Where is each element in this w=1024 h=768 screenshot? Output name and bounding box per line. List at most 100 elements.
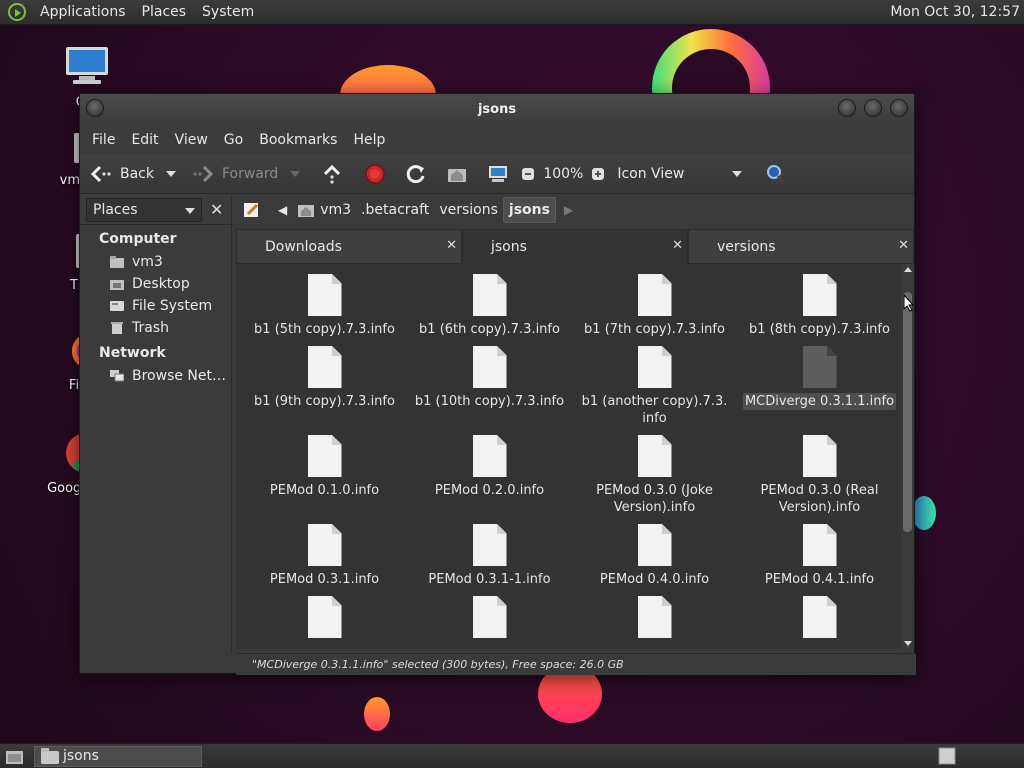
- close-tab-icon[interactable]: ✕: [446, 238, 457, 253]
- file-item[interactable]: [737, 596, 902, 649]
- file-item[interactable]: MCDiverge 0.3.1.1.info: [737, 346, 902, 427]
- file-item[interactable]: b1 (10th copy).7.3.info: [407, 346, 572, 427]
- breadcrumb-versions[interactable]: versions: [434, 198, 503, 222]
- back-arrow-icon: [90, 165, 111, 182]
- sidebar-item-vm3[interactable]: vm3: [80, 251, 231, 273]
- search-button[interactable]: [764, 163, 786, 185]
- zoom-level[interactable]: 100%: [543, 166, 583, 182]
- sidebar-item-desktop[interactable]: Desktop: [80, 273, 231, 295]
- system-menu[interactable]: System: [194, 4, 262, 20]
- file-item[interactable]: PEMod 0.3.0 (Real Version).info: [737, 435, 902, 516]
- close-tab-icon[interactable]: ✕: [898, 238, 909, 253]
- file-item[interactable]: PEMod 0.4.0.info: [572, 524, 737, 588]
- file-name: [572, 643, 737, 649]
- back-button[interactable]: Back: [90, 165, 154, 183]
- file-item[interactable]: PEMod 0.1.0.info: [242, 435, 407, 516]
- file-item[interactable]: [242, 596, 407, 649]
- view-mode-select[interactable]: Icon View: [617, 166, 684, 182]
- search-icon: [767, 164, 785, 183]
- view-mode-dropdown[interactable]: [732, 170, 743, 177]
- scroll-down-icon[interactable]: [904, 641, 912, 646]
- file-name: PEMod 0.2.0.info: [434, 483, 545, 498]
- file-item[interactable]: PEMod 0.4.1.info: [737, 524, 902, 588]
- breadcrumb: ◀ vm3 .betacraft versions jsons ▶: [236, 195, 916, 225]
- sidebar-item-file-system[interactable]: File System: [80, 295, 231, 317]
- breadcrumb-right-arrow-icon[interactable]: ▶: [564, 203, 573, 217]
- file-item[interactable]: b1 (7th copy).7.3.info: [572, 274, 737, 338]
- breadcrumb-betacraft[interactable]: .betacraft: [356, 198, 434, 222]
- file-item[interactable]: b1 (6th copy).7.3.info: [407, 274, 572, 338]
- toolbar: Back Forward 100% Icon View: [80, 154, 914, 194]
- zoom-out-icon: [522, 167, 535, 180]
- breadcrumb-jsons[interactable]: jsons: [502, 197, 556, 223]
- stop-button[interactable]: [364, 163, 386, 185]
- workspace-switcher-icon[interactable]: [938, 747, 956, 765]
- home-button[interactable]: [446, 164, 468, 184]
- menu-go[interactable]: Go: [216, 132, 251, 148]
- minimize-button[interactable]: [838, 99, 856, 117]
- scrollbar-thumb[interactable]: [903, 292, 912, 532]
- sidebar-item-trash[interactable]: Trash: [80, 317, 231, 339]
- document-icon: [802, 274, 837, 316]
- sidebar-type-select[interactable]: Places: [86, 197, 202, 222]
- tab-downloads[interactable]: Downloads ✕: [236, 229, 462, 264]
- file-item[interactable]: b1 (another copy).7.3. info: [572, 346, 737, 427]
- forward-button[interactable]: Forward: [192, 165, 278, 183]
- sidebar-item-browse-network[interactable]: Browse Net…: [80, 365, 231, 387]
- close-tab-icon[interactable]: ✕: [672, 238, 683, 253]
- menu-edit[interactable]: Edit: [123, 132, 166, 148]
- reload-button[interactable]: [405, 163, 427, 185]
- zoom-in-button[interactable]: [591, 167, 605, 181]
- file-name: MCDiverge 0.3.1.1.info: [742, 393, 897, 410]
- file-item[interactable]: PEMod 0.3.1-1.info: [407, 524, 572, 588]
- file-item[interactable]: PEMod 0.3.0 (Joke Version).info: [572, 435, 737, 516]
- window-menu-button[interactable]: [86, 99, 104, 117]
- file-grid: b1 (5th copy).7.3.info b1 (6th copy).7.3.…: [242, 274, 902, 649]
- up-button[interactable]: [322, 164, 342, 184]
- zoom-out-button[interactable]: [521, 167, 535, 181]
- file-view[interactable]: b1 (5th copy).7.3.info b1 (6th copy).7.3.…: [236, 264, 904, 649]
- file-name: b1 (10th copy).7.3.info: [414, 394, 565, 409]
- computer-button[interactable]: [487, 164, 509, 184]
- file-item[interactable]: PEMod 0.3.1.info: [242, 524, 407, 588]
- close-sidebar-icon[interactable]: ✕: [210, 200, 223, 219]
- menu-view[interactable]: View: [167, 132, 216, 148]
- file-item[interactable]: b1 (9th copy).7.3.info: [242, 346, 407, 427]
- file-item[interactable]: PEMod 0.2.0.info: [407, 435, 572, 516]
- forward-history-dropdown[interactable]: [290, 170, 301, 177]
- sidebar-item-label: Browse Net…: [132, 368, 227, 384]
- bottom-panel: jsons: [0, 743, 1024, 768]
- vertical-scrollbar[interactable]: [901, 264, 913, 649]
- places-menu[interactable]: Places: [134, 4, 195, 20]
- file-name: b1 (5th copy).7.3.info: [254, 322, 395, 337]
- menu-help[interactable]: Help: [345, 132, 393, 148]
- clock[interactable]: Mon Oct 30, 12:57: [890, 4, 1020, 20]
- sidebar-item-label: vm3: [132, 254, 163, 270]
- edit-location-icon[interactable]: [242, 200, 262, 220]
- taskbar-window-jsons[interactable]: jsons: [34, 746, 202, 767]
- breadcrumb-vm3[interactable]: vm3: [315, 198, 356, 222]
- scroll-up-icon[interactable]: [904, 267, 912, 272]
- applications-menu[interactable]: Applications: [32, 4, 134, 20]
- window-titlebar[interactable]: jsons: [80, 94, 914, 126]
- home-icon: [448, 168, 467, 182]
- file-item[interactable]: [572, 596, 737, 649]
- show-desktop-icon[interactable]: [4, 747, 26, 767]
- back-history-dropdown[interactable]: [166, 170, 176, 177]
- distro-logo-icon[interactable]: [8, 3, 26, 21]
- file-item[interactable]: b1 (8th copy).7.3.info: [737, 274, 902, 338]
- menu-file[interactable]: File: [84, 132, 123, 148]
- tab-jsons[interactable]: jsons ✕: [462, 229, 688, 264]
- menu-bookmarks[interactable]: Bookmarks: [251, 132, 345, 148]
- close-window-button[interactable]: [890, 99, 908, 117]
- document-icon: [802, 596, 837, 638]
- file-name: b1 (another copy).7.3. info: [581, 394, 728, 426]
- sidebar-type-label: Places: [93, 201, 138, 218]
- document-icon: [637, 435, 672, 477]
- file-item[interactable]: [407, 596, 572, 649]
- document-icon: [637, 524, 672, 566]
- breadcrumb-left-arrow-icon[interactable]: ◀: [278, 203, 287, 217]
- tab-versions[interactable]: versions ✕: [688, 229, 914, 264]
- file-item[interactable]: b1 (5th copy).7.3.info: [242, 274, 407, 338]
- maximize-button[interactable]: [864, 99, 882, 117]
